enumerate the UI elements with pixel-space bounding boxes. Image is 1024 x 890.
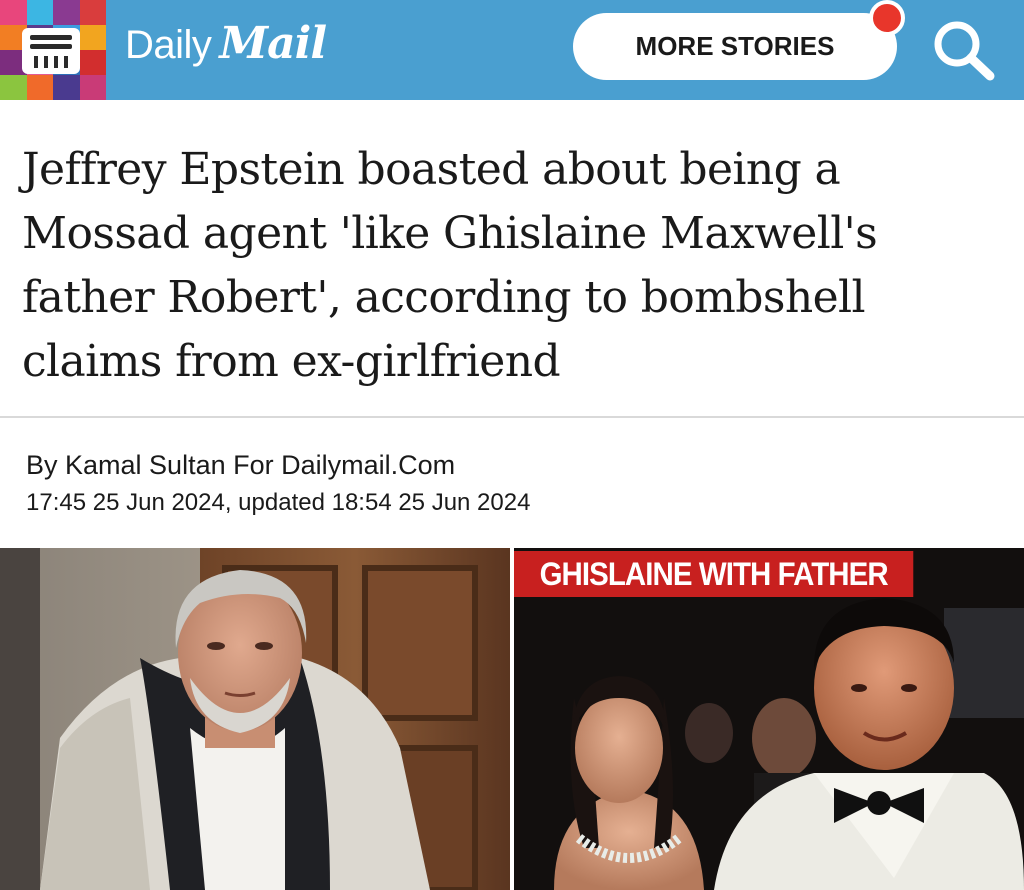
article-headline: Jeffrey Epstein boasted about being a Mo…	[22, 144, 878, 387]
menu-tile	[79, 25, 106, 50]
menu-tile	[79, 75, 106, 100]
article-photo-left[interactable]	[0, 548, 510, 890]
menu-tile	[26, 75, 53, 100]
divider	[0, 416, 1024, 418]
menu-tile	[53, 0, 80, 25]
more-stories-button[interactable]: MORE STORIES	[573, 13, 897, 80]
notification-dot-icon	[869, 0, 905, 36]
logo-mail-text: Mail	[219, 18, 327, 69]
search-icon[interactable]	[928, 16, 1000, 82]
photo-caption-label: GHISLAINE WITH FATHER	[514, 551, 914, 597]
hamburger-menu-icon[interactable]	[22, 28, 80, 74]
menu-tile	[79, 0, 106, 25]
menu-tile	[0, 75, 27, 100]
menu-tile	[26, 0, 53, 25]
menu-tile	[79, 50, 106, 75]
logo-daily-text: Daily	[125, 23, 212, 67]
article-photo-right[interactable]	[514, 548, 1024, 890]
menu-tile	[0, 0, 27, 25]
article-byline: By Kamal Sultan For Dailymail.Com	[26, 450, 456, 480]
menu-tile	[53, 75, 80, 100]
site-header: Daily Mail MORE STORIES	[0, 0, 1024, 100]
site-logo[interactable]: Daily Mail	[125, 18, 327, 78]
article-timestamp: 17:45 25 Jun 2024, updated 18:54 25 Jun …	[26, 489, 531, 516]
